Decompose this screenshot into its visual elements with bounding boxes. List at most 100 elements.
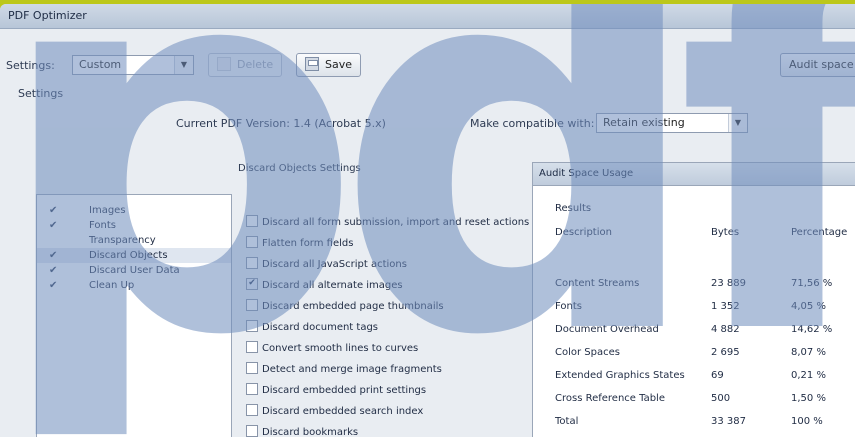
optimizer-category-list: ✔ Images ✔ Fonts Transparency ✔ Discard Object…: [36, 194, 232, 437]
bytes-cell: 500: [711, 393, 731, 404]
pdf-optimizer-window: PDF Optimizer Settings: Custom ▼ Delete …: [0, 4, 855, 437]
checkbox-icon[interactable]: [246, 299, 258, 311]
description-cell: Total: [555, 416, 579, 427]
category-item[interactable]: ✔ Clean Up: [37, 278, 231, 293]
checkbox-icon[interactable]: [246, 425, 258, 437]
category-item[interactable]: Transparency: [37, 233, 231, 248]
description-cell: Color Spaces: [555, 347, 620, 358]
audit-table-row: Content Streams 23 889 71,56 %: [533, 275, 855, 295]
audit-panel-title: Audit Space Usage: [533, 163, 855, 186]
category-item[interactable]: ✔ Discard Objects: [37, 248, 231, 263]
audit-table-row: Fonts 1 352 4,05 %: [533, 298, 855, 318]
floppy-disk-icon: [305, 57, 319, 71]
description-cell: Document Overhead: [555, 324, 659, 335]
checkbox-icon[interactable]: [246, 320, 258, 332]
discard-option-label: Discard embedded search index: [262, 406, 424, 417]
discard-option[interactable]: Discard document tags: [246, 320, 378, 336]
delete-button[interactable]: Delete: [208, 53, 283, 77]
chevron-down-icon: ▼: [174, 56, 193, 74]
column-header-description: Description: [555, 227, 612, 238]
save-button[interactable]: Save: [296, 53, 362, 77]
checkmark-icon[interactable]: ✔: [49, 263, 61, 278]
save-button-label: Save: [325, 58, 353, 71]
compatibility-select[interactable]: Retain existing ▼: [596, 113, 748, 133]
audit-table-row: Extended Graphics States 69 0,21 %: [533, 367, 855, 387]
checkmark-icon[interactable]: ✔: [49, 203, 61, 218]
discard-option-label: Flatten form fields: [262, 238, 354, 249]
checkbox-icon[interactable]: [246, 257, 258, 269]
audit-space-usage-panel: Audit Space Usage Results Description By…: [532, 162, 855, 437]
category-label: Discard Objects: [89, 250, 168, 261]
category-items: ✔ Images ✔ Fonts Transparency ✔ Discard Object…: [37, 203, 231, 293]
audit-table-row: Cross Reference Table 500 1,50 %: [533, 390, 855, 410]
percentage-cell: 4,05 %: [791, 301, 826, 312]
checkmark-icon[interactable]: ✔: [49, 248, 61, 263]
bytes-cell: 33 387: [711, 416, 746, 427]
discard-option[interactable]: Discard all form submission, import and …: [246, 215, 529, 231]
bytes-cell: 23 889: [711, 278, 746, 289]
discard-option-label: Discard all JavaScript actions: [262, 259, 407, 270]
discard-option-label: Convert smooth lines to curves: [262, 343, 419, 354]
audit-table-row: Document Overhead 4 882 14,62 %: [533, 321, 855, 341]
audit-table-row: Color Spaces 2 695 8,07 %: [533, 344, 855, 364]
discard-option[interactable]: Discard embedded print settings: [246, 383, 426, 399]
percentage-cell: 1,50 %: [791, 393, 826, 404]
settings-preset-select[interactable]: Custom ▼: [72, 55, 194, 75]
trash-icon: [217, 57, 231, 71]
discard-option[interactable]: Detect and merge image fragments: [246, 362, 442, 378]
audit-space-usage-button[interactable]: Audit space usage: [780, 53, 855, 77]
discard-option[interactable]: Discard all JavaScript actions: [246, 257, 407, 273]
checkmark-icon[interactable]: ✔: [49, 278, 61, 293]
discard-option[interactable]: Discard embedded page thumbnails: [246, 299, 444, 315]
description-cell: Extended Graphics States: [555, 370, 685, 381]
category-label: Discard User Data: [89, 265, 180, 276]
category-item[interactable]: ✔ Images: [37, 203, 231, 218]
percentage-cell: 100 %: [791, 416, 823, 427]
discard-option[interactable]: Discard bookmarks: [246, 425, 358, 437]
checkbox-icon[interactable]: [246, 404, 258, 416]
percentage-cell: 14,62 %: [791, 324, 833, 335]
discard-option-label: Discard embedded print settings: [262, 385, 427, 396]
discard-option-label: Discard bookmarks: [262, 427, 359, 437]
settings-heading: Settings: [18, 87, 64, 100]
checkbox-icon[interactable]: [246, 236, 258, 248]
settings-label: Settings:: [6, 59, 55, 72]
bytes-cell: 69: [711, 370, 724, 381]
discard-option-label: Discard embedded page thumbnails: [262, 301, 444, 312]
pdf-version-text: Current PDF Version: 1.4 (Acrobat 5.x): [176, 117, 386, 130]
percentage-cell: 8,07 %: [791, 347, 826, 358]
window-title: PDF Optimizer: [0, 4, 855, 29]
checkbox-icon[interactable]: [246, 362, 258, 374]
description-cell: Fonts: [555, 301, 582, 312]
percentage-cell: 0,21 %: [791, 370, 826, 381]
category-item[interactable]: ✔ Discard User Data: [37, 263, 231, 278]
discard-option[interactable]: Discard embedded search index: [246, 404, 423, 420]
category-label: Fonts: [89, 220, 116, 231]
checkmark-icon[interactable]: ✔: [49, 218, 61, 233]
description-cell: Cross Reference Table: [555, 393, 665, 404]
discard-option[interactable]: Flatten form fields: [246, 236, 353, 252]
discard-option-label: Discard all form submission, import and …: [262, 217, 530, 228]
make-compatible-label: Make compatible with:: [470, 117, 595, 130]
audit-button-label: Audit space usage: [789, 58, 855, 71]
compatibility-value: Retain existing: [603, 116, 685, 129]
checked-checkbox-icon[interactable]: ✔: [246, 278, 258, 290]
checkbox-icon[interactable]: [246, 383, 258, 395]
discard-objects-heading: Discard Objects Settings: [238, 163, 361, 174]
category-label: Clean Up: [89, 280, 135, 291]
discard-option[interactable]: Convert smooth lines to curves: [246, 341, 418, 357]
column-header-bytes: Bytes: [711, 227, 740, 238]
audit-table-row: Total 33 387 100 %: [533, 413, 855, 433]
column-header-percentage: Percentage: [791, 227, 848, 238]
category-item[interactable]: ✔ Fonts: [37, 218, 231, 233]
results-label: Results: [555, 203, 592, 214]
checkbox-icon[interactable]: [246, 341, 258, 353]
discard-option-label: Detect and merge image fragments: [262, 364, 442, 375]
discard-option[interactable]: ✔ Discard all alternate images: [246, 278, 403, 294]
category-label: Transparency: [89, 235, 156, 246]
settings-preset-value: Custom: [79, 58, 122, 71]
bytes-cell: 1 352: [711, 301, 740, 312]
description-cell: Content Streams: [555, 278, 640, 289]
checkbox-icon[interactable]: [246, 215, 258, 227]
category-label: Images: [89, 205, 126, 216]
